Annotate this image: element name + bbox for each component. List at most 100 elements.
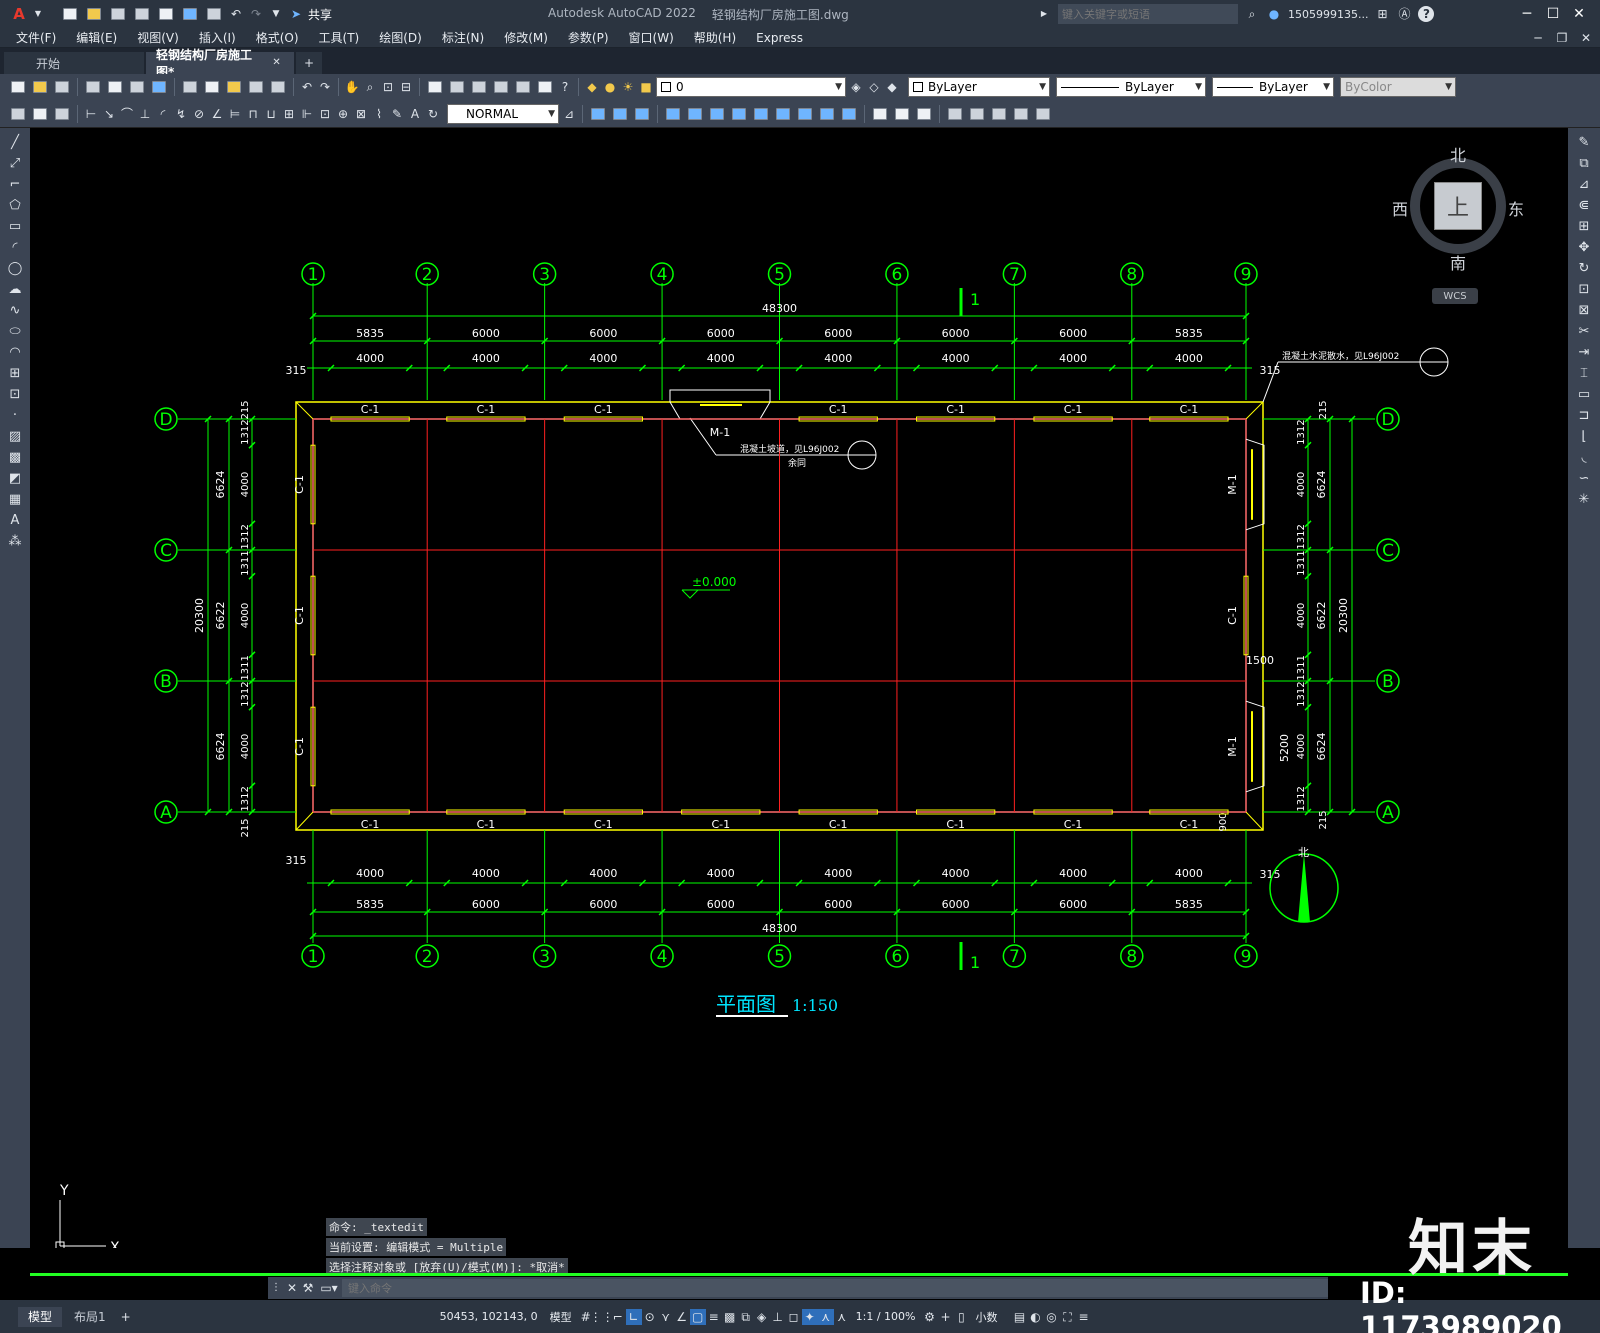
selection-cycling-icon[interactable]: ⧉	[738, 1309, 754, 1325]
dim-linear-icon[interactable]: ⊢	[83, 106, 99, 122]
clean-screen-icon[interactable]: ⛶	[1059, 1309, 1075, 1325]
doc-close-icon[interactable]: ✕	[1578, 30, 1594, 46]
offset-icon[interactable]: ⋐	[1575, 197, 1593, 214]
dim-update-icon[interactable]: ↻	[425, 106, 441, 122]
annotation-scale[interactable]: 1:1 / 100%	[850, 1310, 922, 1323]
qopen-icon[interactable]	[30, 77, 50, 97]
solid-box-icon[interactable]	[588, 104, 608, 124]
qsave-icon[interactable]	[52, 77, 72, 97]
sweep-icon[interactable]	[707, 104, 727, 124]
annotation-monitor-icon[interactable]: +	[937, 1309, 953, 1325]
plot-icon[interactable]	[83, 77, 103, 97]
3d-osnap-icon[interactable]: ◈	[754, 1309, 770, 1325]
units-value[interactable]: 小数	[969, 1309, 1003, 1325]
ucs-face-icon[interactable]	[1011, 104, 1031, 124]
menu-insert[interactable]: 插入(I)	[189, 29, 246, 46]
break-icon[interactable]: ▭	[1575, 386, 1593, 403]
share-label[interactable]: 共享	[308, 6, 332, 23]
layer-on-icon[interactable]: ●	[602, 79, 618, 95]
insert-block-icon[interactable]: ⊞	[6, 365, 24, 382]
tab-layout1[interactable]: 布局1	[64, 1307, 116, 1327]
presspull-icon[interactable]	[685, 104, 705, 124]
layer-dropdown[interactable]: 0 ▼	[656, 77, 846, 97]
viewcube-top-face[interactable]: 上	[1434, 182, 1482, 230]
drawing-canvas[interactable]: 48300 5835 6000 6000 6000 6000 6000 6000 5835 583…	[30, 128, 1568, 1248]
tab-model[interactable]: 模型	[18, 1306, 63, 1327]
ucs-world-icon[interactable]	[967, 104, 987, 124]
group-icon[interactable]	[30, 104, 50, 124]
visual-style-icon[interactable]	[870, 104, 890, 124]
auto-scale-icon[interactable]: ⋏	[834, 1309, 850, 1325]
fillet-icon[interactable]: ◟	[1575, 449, 1593, 466]
dimstyle-dropdown[interactable]: NORMAL ▼	[447, 103, 559, 124]
user-name[interactable]: 1505999135...	[1288, 8, 1368, 21]
mirror-icon[interactable]: ⊿	[1575, 176, 1593, 193]
new-icon[interactable]	[60, 4, 80, 24]
extrude-icon[interactable]	[663, 104, 683, 124]
menu-edit[interactable]: 编辑(E)	[66, 29, 127, 46]
dim-diameter-icon[interactable]: ⊘	[191, 106, 207, 122]
otrack-icon[interactable]: ∠	[674, 1309, 690, 1325]
model-space-toggle[interactable]: 模型	[544, 1309, 578, 1325]
save-icon[interactable]	[108, 4, 128, 24]
compass-north[interactable]: 北	[1450, 142, 1466, 166]
circle-icon[interactable]: ◯	[6, 260, 24, 277]
search-expand-icon[interactable]: ▶	[1036, 6, 1052, 22]
ortho-icon[interactable]: ∟	[625, 1308, 642, 1325]
tab-start[interactable]: 开始	[4, 52, 144, 74]
slice-icon[interactable]	[773, 104, 793, 124]
arc-icon[interactable]: ◜	[6, 239, 24, 256]
workspace-gear-icon[interactable]: ⚙	[921, 1309, 937, 1325]
zoom-previous-icon[interactable]: ⊟	[398, 79, 414, 95]
dim-edit-icon[interactable]: ✎	[389, 106, 405, 122]
rectangle-icon[interactable]: ▭	[6, 218, 24, 235]
open-icon[interactable]	[84, 4, 104, 24]
linetype-dropdown[interactable]: ByLayer ▼	[1056, 77, 1206, 97]
dynamic-ucs-icon[interactable]: ⊥	[770, 1309, 786, 1325]
erase-icon[interactable]: ✎	[1575, 134, 1593, 151]
copy-icon[interactable]	[202, 77, 222, 97]
menu-format[interactable]: 格式(O)	[246, 29, 309, 46]
search-icon[interactable]: ⌕	[1244, 6, 1260, 22]
ucs-object-icon[interactable]	[1033, 104, 1053, 124]
flatshot-icon[interactable]	[839, 104, 859, 124]
autodesk-a360-icon[interactable]: Ⓐ	[1396, 6, 1412, 22]
viewcube[interactable]: 上 北 南 西 东	[1392, 146, 1524, 273]
dim-break-icon[interactable]: ⊩	[299, 106, 315, 122]
chamfer-icon[interactable]: ⌊	[1575, 428, 1593, 445]
section-plane-icon[interactable]	[817, 104, 837, 124]
ucs-previous-icon[interactable]	[989, 104, 1009, 124]
dim-text-edit-icon[interactable]: A	[407, 106, 423, 122]
publish-icon[interactable]	[156, 4, 176, 24]
print-icon[interactable]	[204, 4, 224, 24]
new-tab-button[interactable]: +	[296, 52, 322, 74]
share-icon[interactable]: ➤	[288, 6, 304, 22]
search-input[interactable]	[1058, 4, 1238, 24]
tab-drawing[interactable]: 轻钢结构厂房施工图* ✕	[146, 48, 294, 79]
jogged-linear-icon[interactable]: ⌇	[371, 106, 387, 122]
ellipse-arc-icon[interactable]: ◠	[6, 344, 24, 361]
properties-icon[interactable]	[425, 77, 445, 97]
stretch-icon[interactable]: ⊠	[1575, 302, 1593, 319]
polygon-icon[interactable]: ⬠	[6, 197, 24, 214]
layer-tools-icon[interactable]	[52, 104, 72, 124]
dim-space-icon[interactable]: ⊞	[281, 106, 297, 122]
spline-icon[interactable]: ∿	[6, 302, 24, 319]
compass-east[interactable]: 东	[1508, 196, 1524, 220]
polar-icon[interactable]: ⊙	[642, 1309, 658, 1325]
polyline-icon[interactable]: ⌐	[6, 176, 24, 193]
mtext-icon[interactable]: A	[6, 512, 24, 529]
menu-help[interactable]: 帮助(H)	[684, 29, 746, 46]
tool-palettes-icon[interactable]	[469, 77, 489, 97]
explode-icon[interactable]: ✳	[1575, 491, 1593, 508]
color-dropdown[interactable]: ByLayer ▼	[908, 77, 1050, 97]
compass-west[interactable]: 西	[1392, 196, 1408, 220]
trim-icon[interactable]: ✂	[1575, 323, 1593, 340]
add-selected-icon[interactable]: ⁂	[6, 533, 24, 550]
paste-icon[interactable]	[224, 77, 244, 97]
customization-icon[interactable]: ≡	[1075, 1309, 1091, 1325]
gradient-icon[interactable]: ▩	[6, 449, 24, 466]
undo-icon[interactable]: ↶	[299, 79, 315, 95]
infer-icon[interactable]: ⌐	[610, 1309, 626, 1325]
move-icon[interactable]: ✥	[1575, 239, 1593, 256]
